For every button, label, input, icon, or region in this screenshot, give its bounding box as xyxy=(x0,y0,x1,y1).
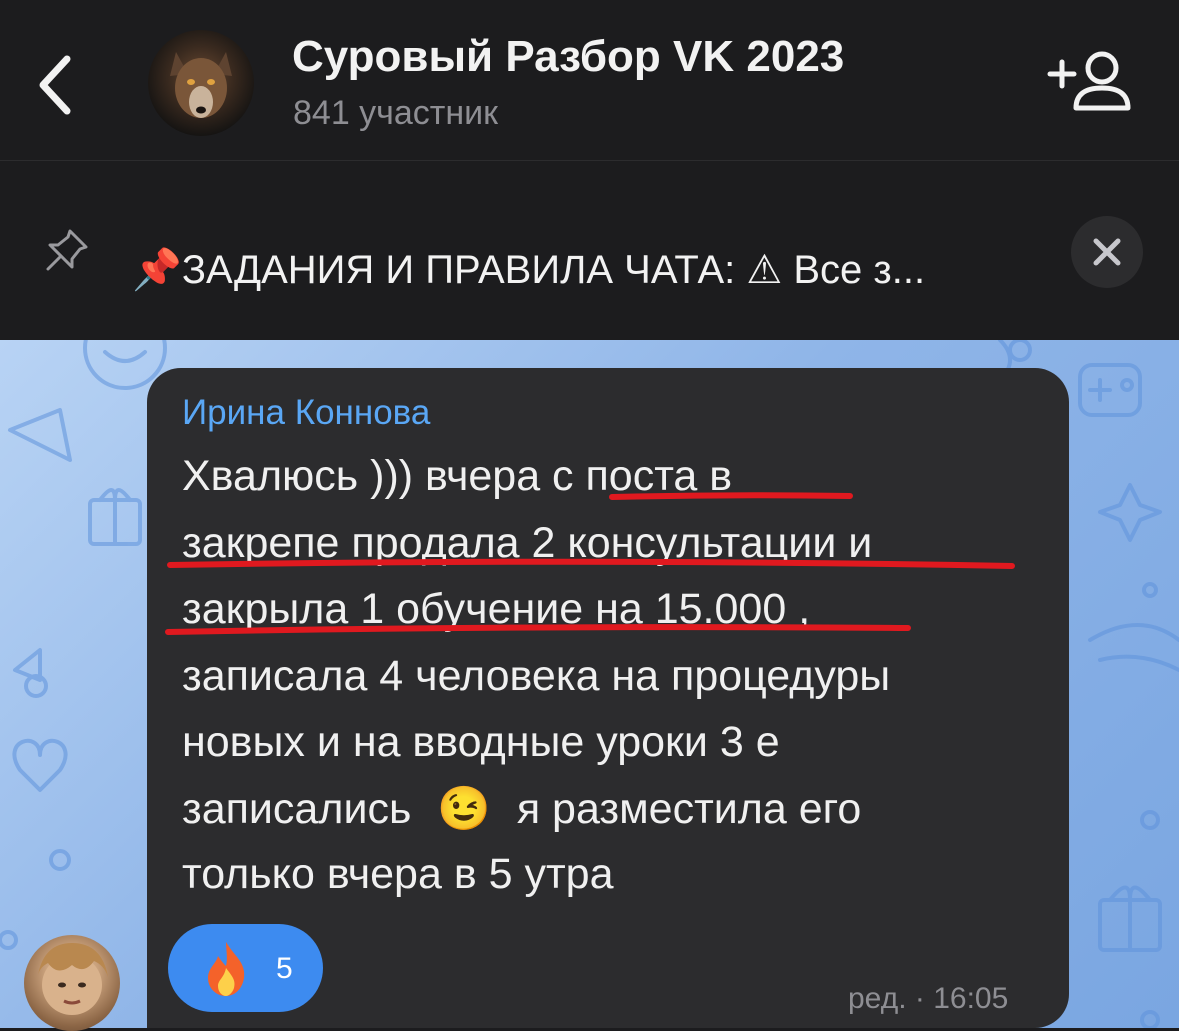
underline-stroke xyxy=(167,558,1015,569)
fire-icon xyxy=(208,942,245,996)
message-meta: ред. · 16:05 xyxy=(848,982,1009,1015)
reaction-chip[interactable] xyxy=(168,924,323,1012)
underline-stroke xyxy=(165,624,911,635)
reaction-count: 5 xyxy=(276,952,293,985)
user-photo xyxy=(38,943,108,1015)
underline-stroke xyxy=(609,492,853,500)
sender-avatar[interactable] xyxy=(24,935,120,1031)
underline-annotations xyxy=(165,492,1015,635)
